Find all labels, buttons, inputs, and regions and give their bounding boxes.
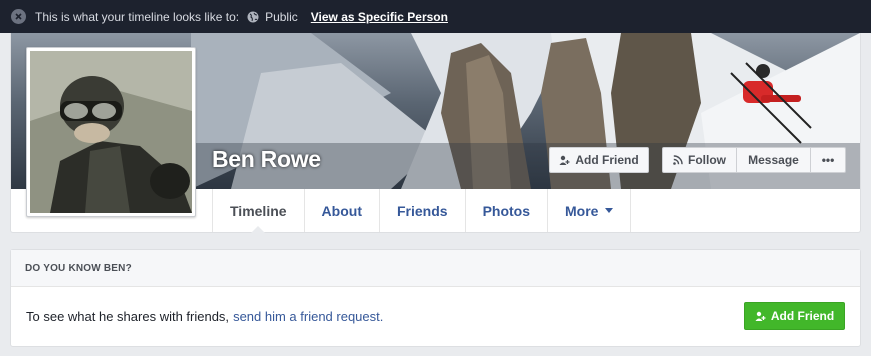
tab-timeline-label: Timeline <box>230 202 287 219</box>
add-friend-icon <box>559 155 570 166</box>
add-friend-button[interactable]: Add Friend <box>549 147 649 173</box>
do-you-know-body: To see what he shares with friends, send… <box>11 287 860 346</box>
add-friend-label: Add Friend <box>575 153 639 167</box>
profile-card: Ben Rowe Add Friend Follow Message ••• T… <box>10 33 861 233</box>
rss-icon <box>673 155 683 165</box>
follow-button[interactable]: Follow <box>663 148 737 172</box>
tab-about-label: About <box>321 202 362 219</box>
timeline-view-banner: This is what your timeline looks like to… <box>0 0 871 33</box>
audience-label: Public <box>265 9 298 24</box>
tab-timeline[interactable]: Timeline <box>212 189 305 233</box>
more-options-button[interactable]: ••• <box>811 148 845 172</box>
profile-picture <box>30 51 192 213</box>
profile-action-group: Follow Message ••• <box>662 147 846 173</box>
add-friend-green-button[interactable]: Add Friend <box>744 302 845 330</box>
tab-about[interactable]: About <box>305 189 380 232</box>
message-button[interactable]: Message <box>737 148 811 172</box>
banner-text: This is what your timeline looks like to… <box>35 9 240 24</box>
tab-more[interactable]: More <box>548 189 632 232</box>
tab-photos[interactable]: Photos <box>466 189 549 232</box>
add-friend-icon <box>755 311 766 322</box>
follow-label: Follow <box>688 153 726 167</box>
close-icon[interactable] <box>11 9 26 24</box>
do-you-know-heading: DO YOU KNOW BEN? <box>11 250 860 287</box>
message-label: Message <box>748 153 799 167</box>
profile-tabs: Timeline About Friends Photos More <box>212 189 632 233</box>
profile-name[interactable]: Ben Rowe <box>212 146 321 173</box>
do-you-know-card: DO YOU KNOW BEN? To see what he shares w… <box>10 249 861 347</box>
tab-friends[interactable]: Friends <box>380 189 466 232</box>
view-as-specific-person-link[interactable]: View as Specific Person <box>311 10 448 24</box>
more-options-icon: ••• <box>821 153 835 167</box>
do-you-know-text: To see what he shares with friends, <box>26 309 230 324</box>
tab-friends-label: Friends <box>396 202 448 219</box>
tab-more-label: More <box>565 202 599 219</box>
chevron-down-icon <box>605 208 614 213</box>
tab-photos-label: Photos <box>482 202 531 219</box>
add-friend-green-label: Add Friend <box>770 309 835 323</box>
globe-icon <box>247 11 259 23</box>
profile-picture-frame[interactable] <box>26 47 196 217</box>
send-friend-request-link[interactable]: send him a friend request. <box>233 309 383 324</box>
